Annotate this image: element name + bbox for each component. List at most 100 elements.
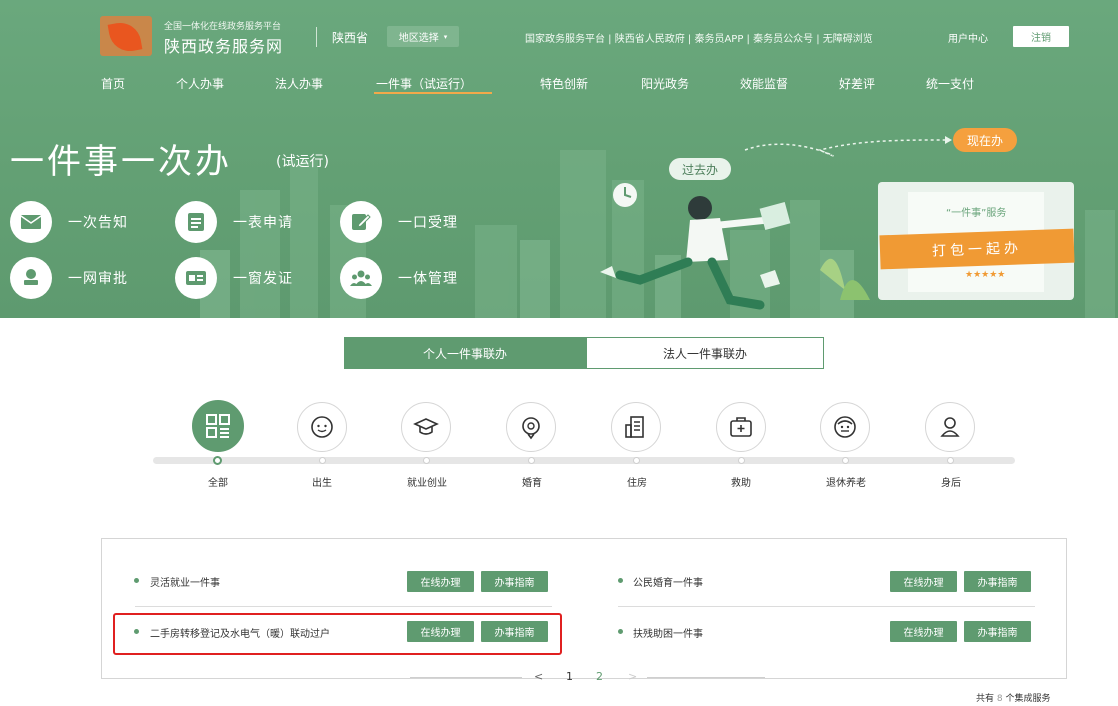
feature-label: 一表申请 [233,215,293,231]
online-apply-button[interactable]: 在线办理 [890,621,957,642]
logo-title[interactable]: 陕西政务服务网 [164,33,283,57]
row-separator [135,606,552,607]
edit-document-icon [340,201,382,243]
logo-subtitle: 全国一体化在线政务服务平台 [164,22,282,32]
online-apply-button[interactable]: 在线办理 [890,571,957,592]
feature-accept: 一口受理 [340,201,458,243]
category-employment[interactable] [401,402,451,452]
bullet-icon [618,629,623,634]
category-label[interactable]: 全部 [173,474,263,489]
category-slider-track [153,457,1015,464]
baby-icon [311,416,333,438]
chevron-down-icon: ▾ [443,32,448,41]
bullet-icon [134,578,139,583]
banner-subtitle: (试运行) [276,154,329,170]
service-item-name[interactable]: 扶残助困一件事 [633,625,703,640]
envelope-icon [10,201,52,243]
service-list [101,538,1067,679]
rating-stars: ★★★★★ [965,270,1006,280]
category-marker [947,457,954,464]
category-label[interactable]: 救助 [696,474,786,489]
category-posthumous[interactable] [925,402,975,452]
building-icon [625,416,644,438]
feature-label: 一体管理 [398,271,458,287]
top-links[interactable]: 国家政务服务平台 | 陕西省人民政府 | 秦务员APP | 秦务员公众号 | 无… [525,30,873,45]
total-suffix: 个集成服务 [1005,694,1051,704]
feature-label: 一口受理 [398,215,458,231]
category-marker [319,457,326,464]
nav-item-innovation[interactable]: 特色创新 [540,75,588,92]
header-divider [316,27,317,47]
highlight-annotation [113,613,562,655]
feature-issue: 一窗发证 [175,257,293,299]
user-center-link[interactable]: 用户中心 [948,30,988,45]
service-item-name[interactable]: 灵活就业一件事 [150,574,220,589]
past-label: 过去办 [669,158,731,180]
guide-button[interactable]: 办事指南 [481,571,548,592]
feature-approve: 一网审批 [10,257,128,299]
nav-item-home[interactable]: 首页 [101,75,125,92]
nav-item-payment[interactable]: 统一支付 [926,75,974,92]
nav-item-personal[interactable]: 个人办事 [176,75,224,92]
total-number: 8 [996,694,1003,704]
id-card-icon [175,257,217,299]
now-label: 现在办 [953,128,1017,152]
form-icon [175,201,217,243]
nav-item-evaluation[interactable]: 好差评 [839,75,875,92]
ribbon-banner: 打包一起办 [879,228,1075,270]
logout-button[interactable]: 注销 [1013,26,1069,47]
person-outline-icon [940,417,960,437]
elderly-icon [834,416,856,438]
category-housing[interactable] [611,402,661,452]
category-relief[interactable] [716,402,766,452]
guide-button[interactable]: 办事指南 [964,621,1031,642]
nav-item-one-thing[interactable]: 一件事（试运行） [376,75,472,92]
category-marriage[interactable] [506,402,556,452]
category-all[interactable] [192,400,244,452]
row-separator [618,606,1035,607]
category-label[interactable]: 婚育 [487,474,577,489]
bullet-icon [618,578,623,583]
category-birth[interactable] [297,402,347,452]
nav-active-indicator [374,92,492,94]
nav-item-sunshine[interactable]: 阳光政务 [641,75,689,92]
nav-item-legal[interactable]: 法人办事 [275,75,323,92]
service-item-name[interactable]: 公民婚育一件事 [633,574,703,589]
category-marker [528,457,535,464]
province-label: 陕西省 [332,31,369,45]
category-label[interactable]: 就业创业 [382,474,472,489]
feature-manage: 一体管理 [340,257,458,299]
category-label[interactable]: 出生 [277,474,367,489]
group-icon [340,257,382,299]
hero-banner: 全国一体化在线政务服务平台 陕西政务服务网 陕西省 地区选择 ▾ 国家政务服务平… [0,0,1118,318]
category-label[interactable]: 住房 [592,474,682,489]
category-marker [738,457,745,464]
online-apply-button[interactable]: 在线办理 [407,571,474,592]
guide-button[interactable]: 办事指南 [964,571,1031,592]
service-board-title: “一件事”服务 [946,208,1007,219]
prev-page-button[interactable]: < [534,670,543,683]
tab-legal[interactable]: 法人一件事联办 [586,337,824,369]
category-label[interactable]: 身后 [906,474,996,489]
tab-personal[interactable]: 个人一件事联办 [344,337,586,369]
category-marker [633,457,640,464]
feature-label: 一网审批 [68,271,128,287]
region-select-label: 地区选择 [398,33,439,44]
feature-form: 一表申请 [175,201,293,243]
region-select[interactable]: 地区选择 ▾ [387,26,459,47]
pager-line-right [647,677,765,678]
category-label[interactable]: 退休养老 [801,474,891,489]
page-2-button[interactable]: 2 [596,670,603,683]
total-prefix: 共有 [976,694,995,704]
first-aid-icon [730,417,752,437]
category-marker [842,457,849,464]
next-page-button[interactable]: > [628,670,637,683]
grid-icon [206,414,230,438]
site-logo[interactable] [100,16,152,56]
nav-item-supervision[interactable]: 效能监督 [740,75,788,92]
category-marker-active [213,456,222,465]
category-retirement[interactable] [820,402,870,452]
page-1-button[interactable]: 1 [566,670,573,683]
category-marker [423,457,430,464]
feature-notify: 一次告知 [10,201,128,243]
